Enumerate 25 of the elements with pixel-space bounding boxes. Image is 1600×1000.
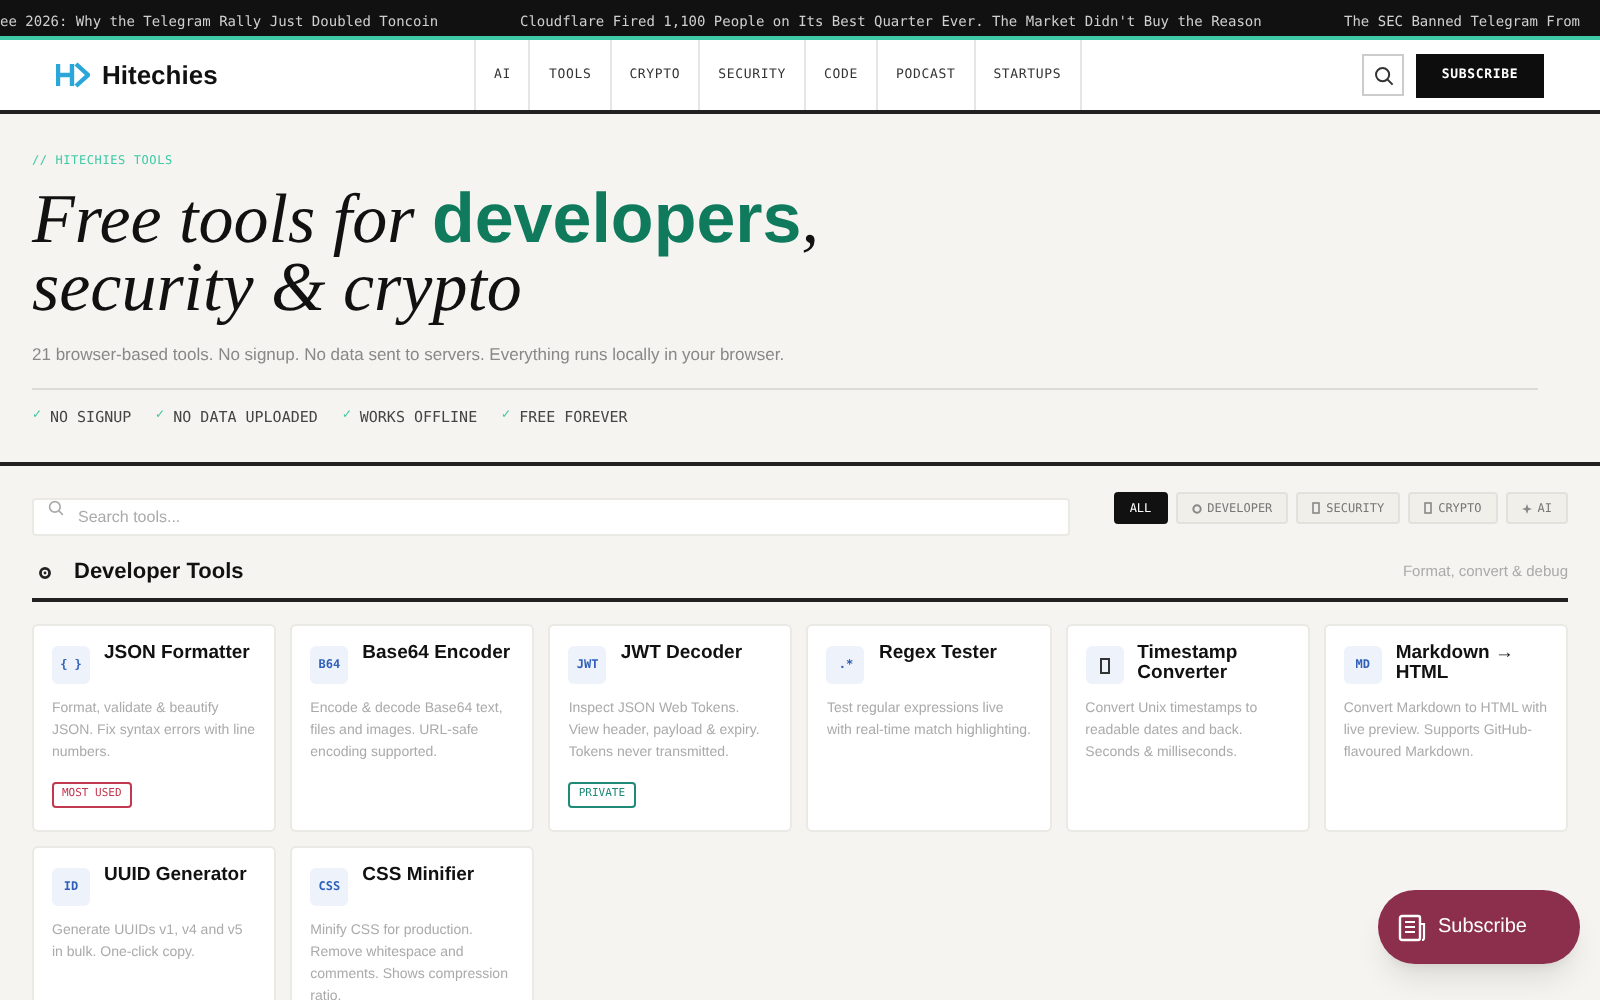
tool-name: Regex Tester	[878, 644, 997, 669]
floating-subscribe-button[interactable]: Subscribe	[1378, 890, 1580, 964]
logo-icon[interactable]	[56, 62, 90, 88]
tool-name: Timestamp Converter	[1137, 644, 1240, 685]
box-icon	[1424, 502, 1433, 515]
gear-icon	[1191, 503, 1202, 514]
tool-name: UUID Generator	[104, 866, 247, 891]
hero-title: Free tools for developers, security & crypto	[32, 186, 821, 322]
tool-icon	[1085, 646, 1124, 685]
search-icon	[48, 500, 64, 517]
tool-name: Base64 Encoder	[362, 644, 511, 669]
site-logo[interactable]: Hitechies	[102, 55, 218, 95]
hero-subtitle: 21 browser-based tools. No signup. No data sent to servers. Everything runs locally in your browser.	[32, 342, 787, 368]
tool-name: JSON Formatter	[104, 644, 250, 669]
box-icon	[1312, 502, 1321, 515]
tool-name: JWT Decoder	[620, 644, 743, 669]
tool-name: Markdown → HTML	[1395, 644, 1516, 685]
sparkle-icon	[1521, 503, 1532, 514]
search-field[interactable]: Search tools...	[32, 497, 1070, 536]
gear-icon	[38, 565, 52, 579]
tool-name: CSS Minifier	[362, 866, 475, 891]
section-title: Developer Tools	[74, 557, 244, 588]
newspaper-icon	[1398, 913, 1426, 941]
search-icon	[1373, 65, 1393, 85]
search-button[interactable]	[1362, 54, 1404, 96]
